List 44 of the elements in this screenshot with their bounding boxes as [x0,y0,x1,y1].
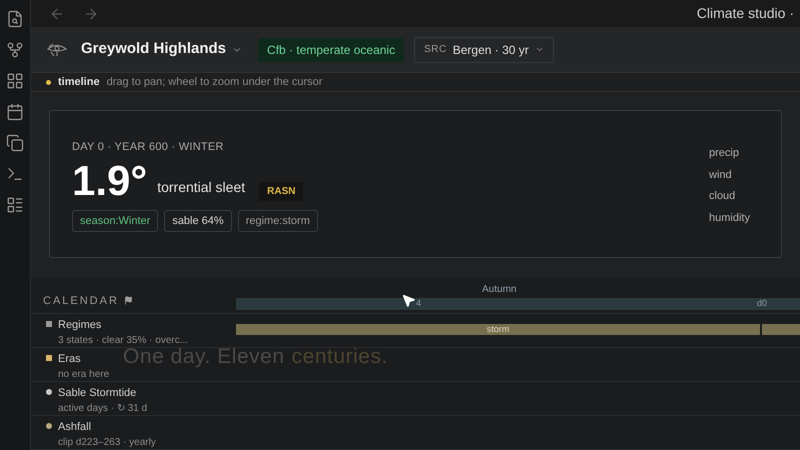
list-icon[interactable] [6,196,24,214]
calendar-item-name: Ashfall [58,420,92,435]
source-label: SRC [424,43,447,57]
regime-bar: storm [236,324,760,335]
source-dropdown[interactable]: SRC Bergen · 30 yr [414,36,554,62]
source-value: Bergen · 30 yr [452,42,529,58]
caret-icon [534,45,544,54]
metric-label: precip [709,146,740,161]
climate-badge: Cfb · temperate oceanic [258,38,404,62]
tag: sable 64% [164,210,232,232]
tick-label: 4 [416,297,422,310]
place-selector[interactable]: Greywold Highlands [81,38,242,61]
hint-label: timeline [58,74,100,90]
tag: season:Winter [72,210,158,232]
cursor-icon [401,293,416,308]
metric-label: cloud [709,189,736,204]
tick-label: d0 [756,297,767,310]
metric-label: wind [709,168,733,182]
file-search-icon[interactable] [6,10,24,28]
tag: regime:storm [238,210,318,232]
calendar-item-detail: active days · ↻ 31 d [58,402,148,416]
eye-icon [47,42,67,56]
copy-icon[interactable] [6,134,24,152]
hint-text: drag to pan; wheel to zoom under the cursor [106,74,322,90]
grid-icon[interactable] [6,72,24,90]
weather-code: RASN [259,182,304,200]
calendar-item-name: Eras [58,352,82,367]
calendar-heading: CALENDAR [43,294,119,308]
calendar-item-name: Regimes [58,318,102,333]
fork-icon[interactable] [6,41,24,59]
metric-label: humidity [709,210,751,226]
temperature: 1.9° [72,158,148,204]
calendar-item-detail: no era here [58,368,110,382]
season-label: Autumn [482,283,518,297]
calendar-item-detail: 3 states · clear 35% · overc... [58,334,188,348]
date-label: DAY 0 · YEAR 600 · WINTER [72,140,225,155]
flag-icon [124,296,133,306]
regime-bar [762,324,800,335]
calendar-item-name: Sable Stormtide [58,386,138,401]
condition: torrential sleet [157,178,246,196]
window-title: Climate studio · [696,4,794,23]
calendar-item-detail: clip d223–263 · yearly [58,436,156,450]
calendar-icon[interactable] [6,103,24,121]
terminal-icon[interactable] [6,165,24,183]
